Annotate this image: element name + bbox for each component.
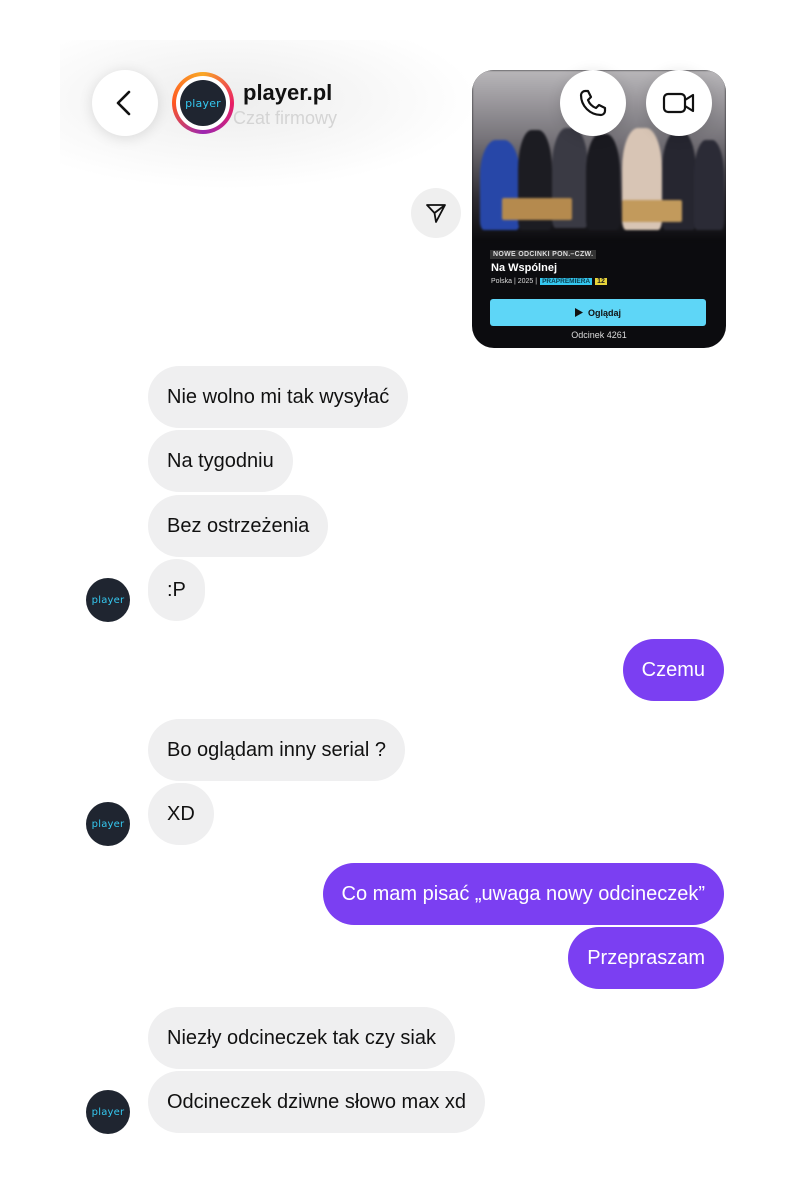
message-bubble-incoming[interactable]: Bo oglądam inny serial ? — [148, 719, 406, 781]
back-button[interactable] — [92, 70, 158, 136]
age-rating-badge: 12 — [595, 278, 607, 285]
chevron-left-icon — [116, 90, 131, 116]
brand-logo: player — [180, 80, 226, 126]
profile-avatar[interactable]: player — [172, 72, 234, 134]
message-bubble-incoming[interactable]: Nie wolno mi tak wysyłać — [148, 366, 409, 428]
message-bubble-incoming[interactable]: :P — [148, 559, 205, 621]
message-bubble-outgoing[interactable]: Czemu — [622, 639, 724, 701]
send-icon — [426, 204, 446, 223]
card-title: Na Wspólnej — [491, 262, 558, 274]
chat-title[interactable]: player.pl — [243, 80, 332, 106]
message-bubble-incoming[interactable]: Niezły odcineczek tak czy siak — [148, 1007, 455, 1069]
card-meta-text: Polska | 2025 | — [491, 278, 538, 285]
phone-icon — [579, 89, 607, 117]
watch-button-label: Oglądaj — [587, 307, 621, 318]
sender-avatar[interactable]: player — [86, 578, 130, 622]
share-button[interactable] — [411, 188, 461, 238]
message-bubble-incoming[interactable]: Odcineczek dziwne słowo max xd — [148, 1071, 486, 1133]
call-button[interactable] — [560, 70, 626, 136]
message-bubble-outgoing[interactable]: Co mam pisać „uwaga nowy odcineczek” — [322, 863, 724, 925]
card-tag: NOWE ODCINKI PON.–CZW. — [490, 250, 597, 259]
play-icon — [574, 308, 583, 317]
card-meta: Polska | 2025 | PRAPREMIERA 12 — [491, 278, 607, 285]
message-bubble-outgoing[interactable]: Przepraszam — [568, 927, 724, 989]
message-bubble-incoming[interactable]: XD — [148, 783, 214, 845]
sender-avatar[interactable]: player — [86, 802, 130, 846]
message-bubble-incoming[interactable]: Na tygodniu — [148, 430, 293, 492]
premiere-badge: PRAPREMIERA — [540, 278, 593, 285]
video-camera-icon — [662, 92, 695, 114]
chat-subtitle: Czat firmowy — [233, 108, 338, 128]
video-call-button[interactable] — [646, 70, 712, 136]
watch-button[interactable]: Oglądaj — [490, 299, 706, 326]
episode-label: Odcinek 4261 — [571, 330, 627, 340]
sender-avatar[interactable]: player — [86, 1090, 130, 1134]
message-bubble-incoming[interactable]: Bez ostrzeżenia — [148, 495, 329, 557]
